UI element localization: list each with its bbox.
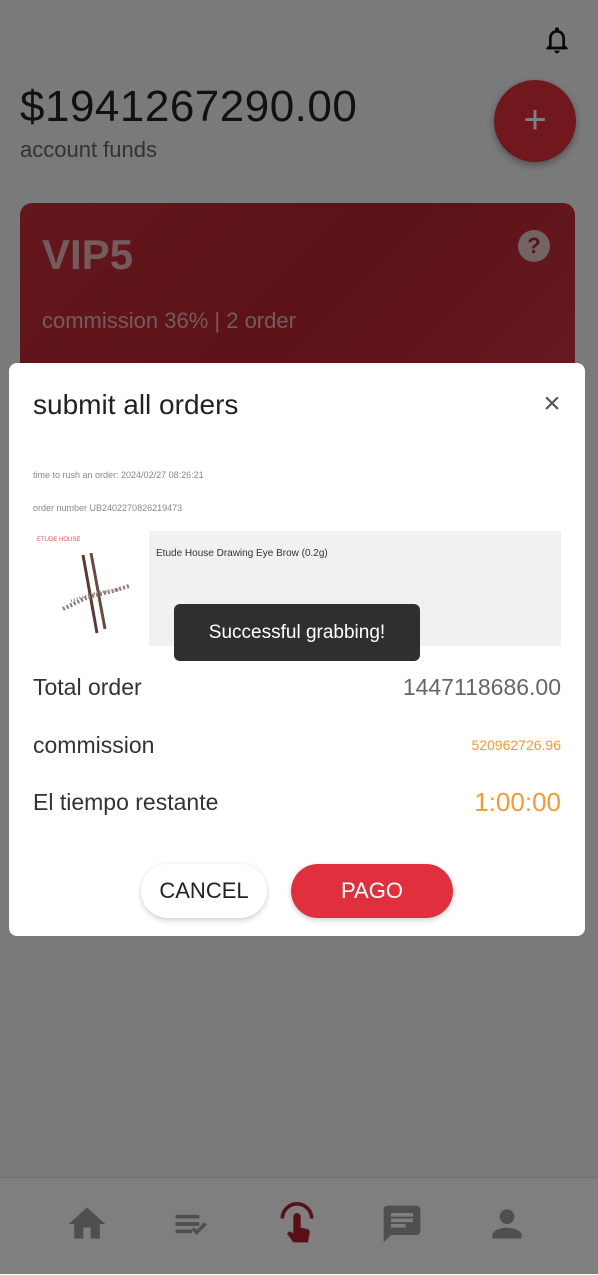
order-number: order number UB2402270826219473 xyxy=(33,503,183,513)
rush-time: time to rush an order: 2024/02/27 08:26:… xyxy=(33,470,204,480)
commission-value: 520962726.96 xyxy=(471,737,561,753)
time-remaining-value: 1:00:00 xyxy=(474,787,561,817)
modal-title: submit all orders xyxy=(33,389,239,420)
cancel-button[interactable]: CANCEL xyxy=(141,864,267,918)
total-order-value: 1447118686.00 xyxy=(402,674,561,700)
pay-button[interactable]: PAGO xyxy=(291,864,453,918)
close-icon[interactable]: × xyxy=(539,389,565,419)
commission-label: commission xyxy=(33,732,155,758)
product-image: ETUDE HOUSE xyxy=(33,531,145,643)
time-remaining-label: El tiempo restante xyxy=(33,789,219,815)
toast-message: Successful grabbing! xyxy=(174,604,420,661)
product-name: Etude House Drawing Eye Brow (0.2g) xyxy=(156,548,328,559)
total-order-label: Total order xyxy=(33,674,142,700)
